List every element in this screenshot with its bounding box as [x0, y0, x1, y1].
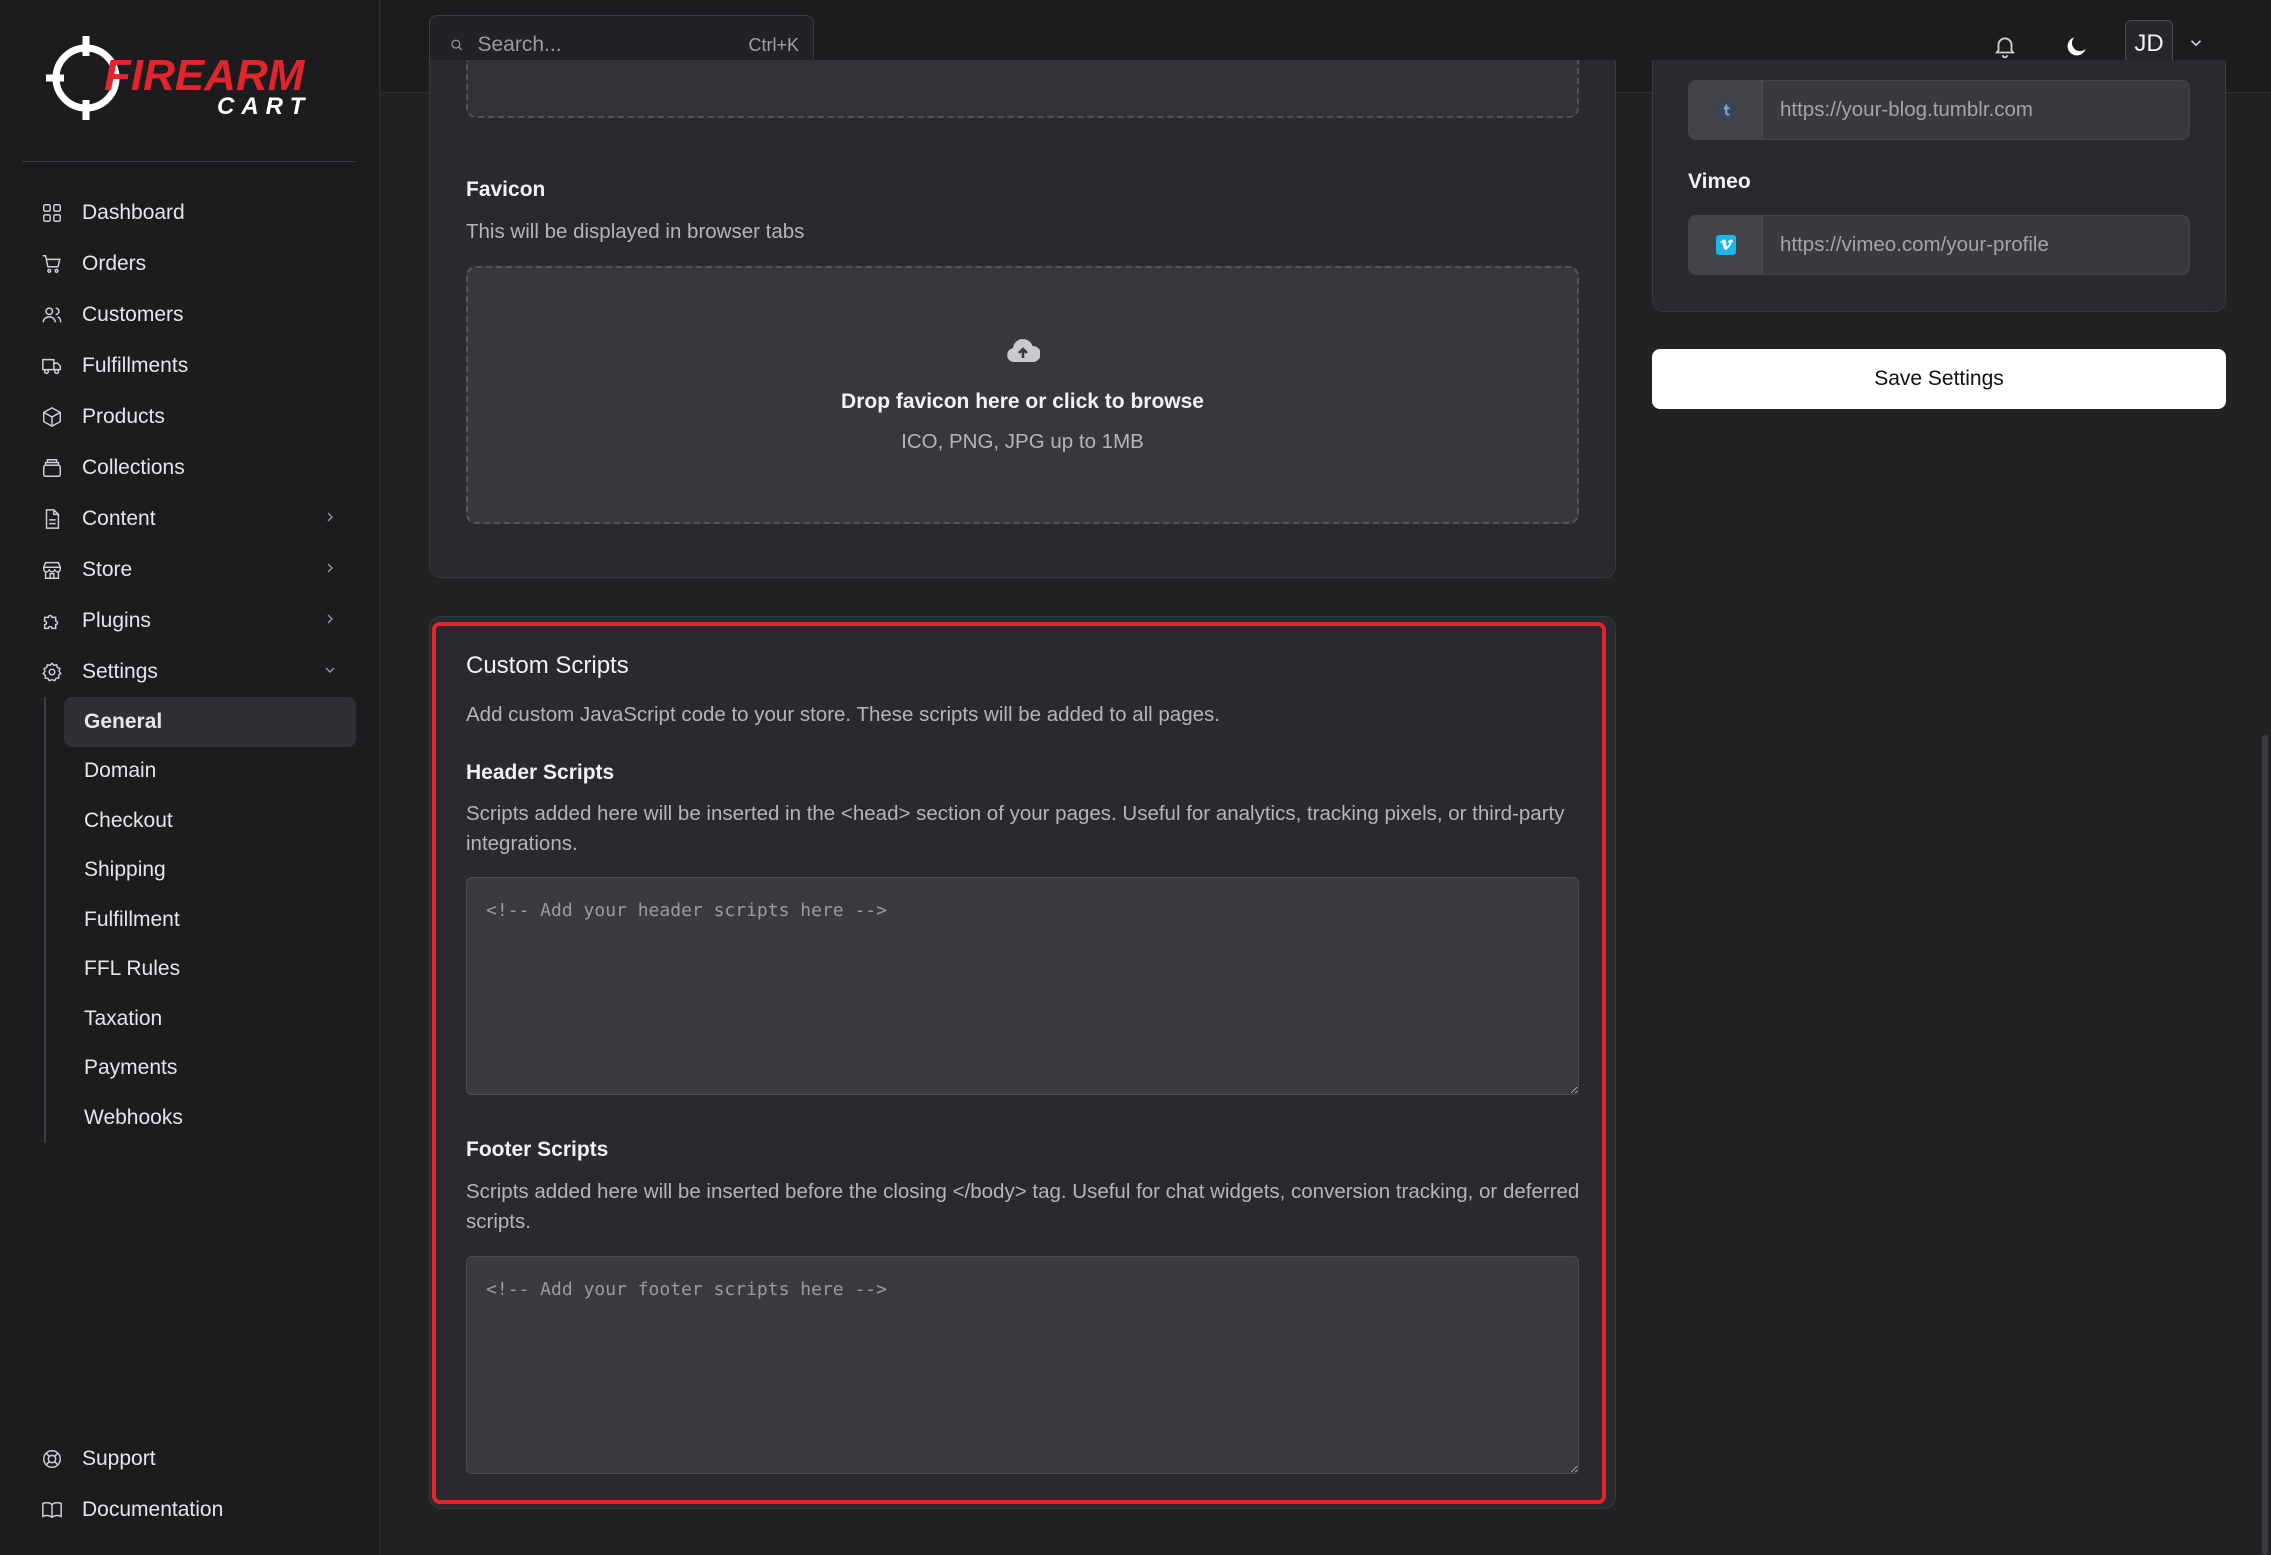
truck-icon — [40, 354, 64, 378]
search-icon — [451, 39, 463, 51]
custom-scripts-title: Custom Scripts — [466, 652, 629, 679]
sidebar-item-label: Plugins — [82, 608, 151, 632]
settings-sub-domain[interactable]: Domain — [64, 747, 356, 797]
file-icon — [40, 507, 64, 531]
settings-sub-webhooks[interactable]: Webhooks — [64, 1093, 356, 1143]
tumblr-field[interactable] — [1688, 80, 2190, 140]
book-icon — [40, 1498, 64, 1522]
favicon-help: This will be displayed in browser tabs — [466, 220, 805, 243]
tumblr-icon — [1689, 81, 1763, 139]
box-icon — [40, 405, 64, 429]
page-scrollbar[interactable] — [2262, 735, 2268, 1555]
sidebar-item-settings[interactable]: Settings — [22, 646, 356, 697]
sidebar-item-store[interactable]: Store — [22, 544, 356, 595]
sidebar-item-plugins[interactable]: Plugins — [22, 595, 356, 646]
settings-sub-payments[interactable]: Payments — [64, 1044, 356, 1094]
moon-icon — [2067, 37, 2086, 56]
favicon-dropzone[interactable]: Drop favicon here or click to browse ICO… — [466, 266, 1579, 524]
settings-subnav: General Domain Checkout Shipping Fulfill… — [44, 697, 356, 1143]
vimeo-field[interactable] — [1688, 215, 2190, 275]
sidebar-bottom-nav: Support Documentation — [22, 1433, 356, 1535]
vimeo-icon — [1689, 216, 1763, 274]
header-scripts-label: Header Scripts — [466, 761, 615, 784]
tumblr-input[interactable] — [1763, 81, 2189, 139]
dashboard-icon — [40, 201, 64, 225]
chevron-down-icon — [322, 660, 338, 684]
dropzone-subtitle: ICO, PNG, JPG up to 1MB — [901, 429, 1144, 453]
favicon-label: Favicon — [466, 178, 546, 201]
sidebar-item-products[interactable]: Products — [22, 391, 356, 442]
users-icon — [40, 303, 64, 327]
puzzle-icon — [40, 609, 64, 633]
sidebar-nav: Dashboard Orders Customers Fulfillments … — [22, 187, 356, 1143]
custom-scripts-description: Add custom JavaScript code to your store… — [466, 703, 1220, 726]
cloud-upload-icon — [1006, 337, 1041, 372]
vimeo-label: Vimeo — [1688, 170, 1751, 193]
sidebar-item-label: Content — [82, 506, 156, 530]
sidebar-item-support[interactable]: Support — [22, 1433, 356, 1484]
store-icon — [40, 558, 64, 582]
sidebar-item-label: Orders — [82, 251, 147, 275]
settings-sub-checkout[interactable]: Checkout — [64, 796, 356, 846]
cart-icon — [40, 252, 64, 276]
sidebar-item-collections[interactable]: Collections — [22, 442, 356, 493]
settings-sub-ffl-rules[interactable]: FFL Rules — [64, 945, 356, 995]
search-input[interactable] — [477, 33, 749, 57]
logo-dropzone-partial[interactable] — [466, 60, 1579, 118]
settings-sub-fulfillment[interactable]: Fulfillment — [64, 895, 356, 945]
header-scripts-textarea[interactable] — [466, 877, 1579, 1095]
sidebar-item-label: Documentation — [82, 1497, 224, 1521]
logo-line2: CART — [217, 93, 311, 120]
header-scripts-help: Scripts added here will be inserted in t… — [466, 802, 1565, 855]
sidebar-item-orders[interactable]: Orders — [22, 238, 356, 289]
logo-divider — [22, 161, 355, 162]
sidebar-item-label: Collections — [82, 455, 185, 479]
search-shortcut: Ctrl+K — [748, 34, 799, 55]
dropzone-title: Drop favicon here or click to browse — [841, 389, 1204, 413]
sidebar-item-label: Fulfillments — [82, 353, 189, 377]
sidebar-item-label: Settings — [82, 659, 158, 683]
lifebuoy-icon — [40, 1447, 64, 1471]
sidebar-item-customers[interactable]: Customers — [22, 289, 356, 340]
footer-scripts-label: Footer Scripts — [466, 1138, 609, 1161]
chevron-right-icon — [322, 558, 338, 582]
settings-sub-taxation[interactable]: Taxation — [64, 994, 356, 1044]
sidebar-item-label: Support — [82, 1446, 156, 1470]
chevron-right-icon — [322, 609, 338, 633]
footer-scripts-textarea[interactable] — [466, 1256, 1579, 1474]
firearm-cart-logo[interactable]: FIREARM CART — [42, 30, 342, 126]
vimeo-input[interactable] — [1763, 216, 2189, 274]
sidebar-item-documentation[interactable]: Documentation — [22, 1484, 356, 1535]
sidebar-item-content[interactable]: Content — [22, 493, 356, 544]
sidebar-item-dashboard[interactable]: Dashboard — [22, 187, 356, 238]
sidebar-item-label: Store — [82, 557, 133, 581]
sidebar-item-label: Customers — [82, 302, 184, 326]
sidebar: FIREARM CART Dashboard Orders Customers … — [0, 0, 380, 1555]
save-settings-button[interactable]: Save Settings — [1652, 349, 2226, 409]
bell-icon — [1995, 37, 2015, 59]
settings-sub-general[interactable]: General — [64, 697, 356, 747]
sidebar-item-fulfillments[interactable]: Fulfillments — [22, 340, 356, 391]
chevron-down-icon[interactable] — [2187, 34, 2207, 54]
gear-icon — [40, 660, 64, 684]
settings-sub-shipping[interactable]: Shipping — [64, 846, 356, 896]
footer-scripts-help: Scripts added here will be inserted befo… — [466, 1180, 1580, 1233]
collection-icon — [40, 456, 64, 480]
chevron-right-icon — [322, 507, 338, 531]
sidebar-item-label: Products — [82, 404, 165, 428]
sidebar-item-label: Dashboard — [82, 200, 185, 224]
